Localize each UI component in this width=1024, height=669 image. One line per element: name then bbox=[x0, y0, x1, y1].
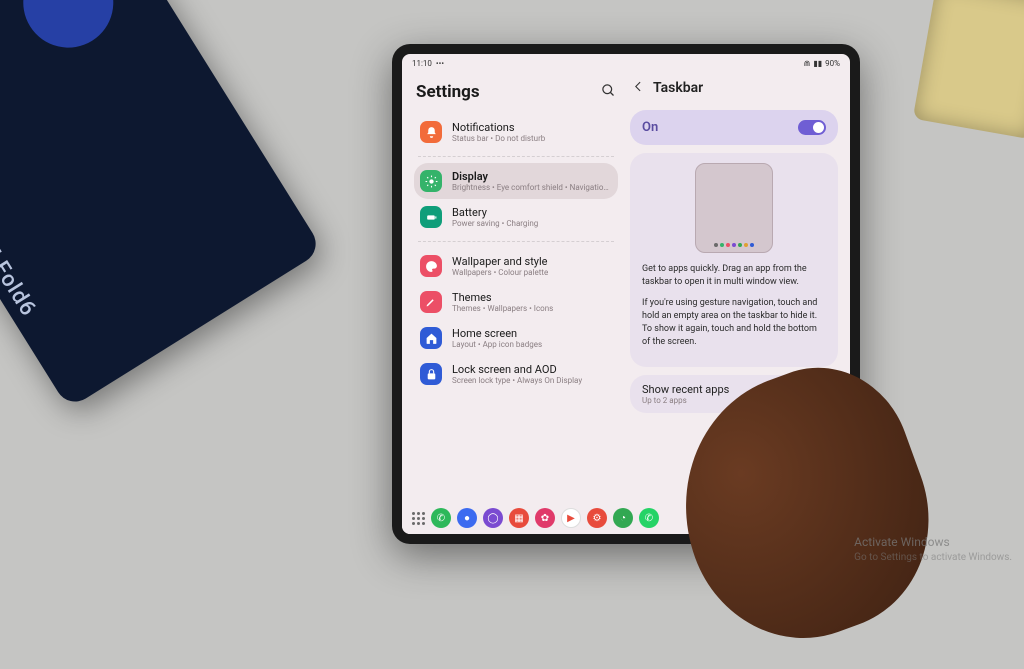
preview-dot-icon bbox=[744, 243, 748, 247]
home-icon bbox=[420, 327, 442, 349]
taskbar-preview-thumbnail bbox=[695, 163, 773, 253]
preview-dot-icon bbox=[738, 243, 742, 247]
preview-dot-icon bbox=[720, 243, 724, 247]
taskbar-app-whatsapp[interactable]: ✆ bbox=[639, 508, 659, 528]
brush-icon bbox=[420, 291, 442, 313]
on-label: On bbox=[642, 120, 658, 135]
signal-icon: ▮▮ bbox=[813, 59, 822, 68]
palette-icon bbox=[420, 255, 442, 277]
wifi-icon: ⋒ bbox=[804, 59, 811, 68]
setting-subtitle: Screen lock type • Always On Display bbox=[452, 376, 582, 385]
back-button[interactable] bbox=[632, 80, 645, 96]
lock-icon bbox=[420, 363, 442, 385]
preview-dot-icon bbox=[750, 243, 754, 247]
setting-title: Home screen bbox=[452, 327, 542, 340]
taskbar-description-2: If you're using gesture navigation, touc… bbox=[642, 297, 826, 349]
clock-text: 11:10 bbox=[412, 59, 432, 68]
taskbar-preview-card: Get to apps quickly. Drag an app from th… bbox=[630, 153, 838, 367]
taskbar-app-youtube[interactable]: ▶ bbox=[561, 508, 581, 528]
setting-battery[interactable]: Battery Power saving • Charging bbox=[414, 199, 618, 235]
setting-home-screen[interactable]: Home screen Layout • App icon badges bbox=[414, 320, 618, 356]
setting-subtitle: Layout • App icon badges bbox=[452, 340, 542, 349]
product-box-prop: Galaxy Z Fold6 bbox=[0, 0, 323, 409]
setting-notifications[interactable]: Notifications Status bar • Do not distur… bbox=[414, 114, 618, 150]
taskbar-app-browser[interactable]: ◯ bbox=[483, 508, 503, 528]
setting-subtitle: Wallpapers • Colour palette bbox=[452, 268, 548, 277]
taskbar-app-clock[interactable]: ◔ bbox=[613, 508, 633, 528]
setting-subtitle: Themes • Wallpapers • Icons bbox=[452, 304, 553, 313]
page-title: Settings bbox=[416, 82, 480, 102]
preview-dot-icon bbox=[726, 243, 730, 247]
setting-title: Battery bbox=[452, 206, 538, 219]
taskbar-on-card[interactable]: On bbox=[630, 110, 838, 145]
preview-dot-icon bbox=[732, 243, 736, 247]
setting-title: Display bbox=[452, 170, 612, 183]
app-drawer-icon[interactable] bbox=[412, 512, 425, 525]
taskbar-toggle[interactable] bbox=[798, 120, 826, 135]
setting-display[interactable]: Display Brightness • Eye comfort shield … bbox=[414, 163, 618, 199]
setting-subtitle: Status bar • Do not disturb bbox=[452, 134, 545, 143]
setting-subtitle: Power saving • Charging bbox=[452, 219, 538, 228]
taskbar-description-1: Get to apps quickly. Drag an app from th… bbox=[642, 263, 826, 289]
taskbar-app-messages[interactable]: ● bbox=[457, 508, 477, 528]
setting-themes[interactable]: Themes Themes • Wallpapers • Icons bbox=[414, 284, 618, 320]
setting-lockscreen[interactable]: Lock screen and AOD Screen lock type • A… bbox=[414, 356, 618, 392]
status-icon-dots: ••• bbox=[436, 59, 444, 68]
battery-text: 90% bbox=[825, 59, 840, 68]
search-icon[interactable] bbox=[601, 83, 616, 101]
setting-title: Themes bbox=[452, 291, 553, 304]
taskbar-app-gallery[interactable]: ✿ bbox=[535, 508, 555, 528]
status-bar: 11:10 ••• ⋒ ▮▮ 90% bbox=[402, 54, 850, 72]
taskbar-app-settings[interactable]: ⚙ bbox=[587, 508, 607, 528]
setting-title: Wallpaper and style bbox=[452, 255, 548, 268]
divider bbox=[418, 241, 614, 242]
clamp-prop bbox=[913, 0, 1024, 139]
recent-title: Show recent apps bbox=[642, 383, 729, 396]
setting-subtitle: Brightness • Eye comfort shield • Naviga… bbox=[452, 183, 612, 192]
recent-subtitle: Up to 2 apps bbox=[642, 396, 729, 405]
preview-dot-icon bbox=[714, 243, 718, 247]
box-logo-circle bbox=[6, 0, 130, 65]
bell-icon bbox=[420, 121, 442, 143]
setting-title: Notifications bbox=[452, 121, 545, 134]
taskbar-app-phone[interactable]: ✆ bbox=[431, 508, 451, 528]
detail-title: Taskbar bbox=[653, 80, 703, 96]
taskbar-app-flipboard[interactable]: ▦ bbox=[509, 508, 529, 528]
settings-master-pane: Settings Notifications Status bar • Do n… bbox=[402, 72, 626, 502]
setting-wallpaper[interactable]: Wallpaper and style Wallpapers • Colour … bbox=[414, 248, 618, 284]
box-label: Galaxy Z Fold6 bbox=[0, 173, 41, 321]
divider bbox=[418, 156, 614, 157]
sun-icon bbox=[420, 170, 442, 192]
setting-title: Lock screen and AOD bbox=[452, 363, 582, 376]
battery-icon bbox=[420, 206, 442, 228]
